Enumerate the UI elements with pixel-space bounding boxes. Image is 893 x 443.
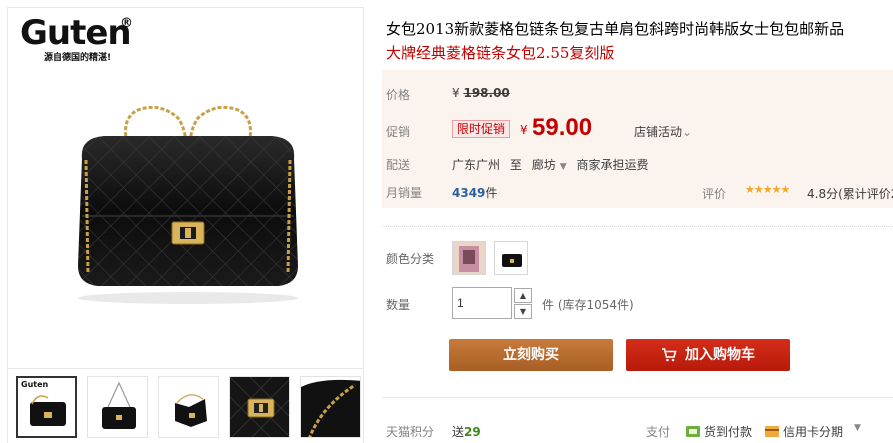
shipping-info: 广东广州 至 廊坊 ▼ 商家承担运费 — [452, 156, 648, 173]
original-price-value: 198.00 — [463, 86, 510, 100]
add-to-cart-label: 加入购物车 — [685, 347, 755, 363]
buy-now-label: 立刻购买 — [503, 347, 559, 363]
original-price: ¥ 198.00 — [452, 86, 510, 100]
thumbnail-1[interactable]: Guten — [16, 376, 78, 438]
promo-label: 促销 — [386, 125, 411, 139]
ship-to-word: 至 — [509, 158, 522, 172]
points-value: 29 — [464, 425, 481, 439]
promo-badge: 限时促销 — [452, 120, 511, 138]
thumbnail-bag-image — [175, 394, 208, 427]
stock-info: 件 (库存1054件) — [542, 298, 634, 312]
store-activity-label: 店铺活动 — [634, 125, 683, 139]
quantity-label: 数量 — [386, 298, 411, 312]
thumbnail-3[interactable] — [158, 376, 220, 438]
logo-tagline: 源自德国的精湛! — [44, 53, 112, 63]
swatch-model-image — [453, 242, 485, 274]
add-to-cart-button[interactable]: 加入购物车 — [626, 339, 790, 371]
rating-label: 评价 — [702, 187, 727, 201]
promo-price: 59.00 — [532, 114, 593, 141]
quantity-input[interactable] — [452, 287, 512, 319]
sales-label: 月销量 — [386, 186, 423, 200]
payment-more-icon[interactable]: ▼ — [854, 423, 861, 433]
product-gallery: Guten ® 源自德国的精湛! Guten — [7, 7, 364, 443]
brand-logo: Guten ® 源自德国的精湛! — [20, 13, 140, 63]
quantity-decrease-button[interactable]: ▼ — [514, 304, 532, 319]
payment-cod: 货到付款 — [686, 423, 752, 440]
credit-card-icon — [765, 426, 779, 437]
points-prefix: 送 — [452, 425, 465, 439]
color-swatch-1[interactable] — [452, 241, 486, 275]
thumbnail-4[interactable] — [229, 376, 291, 438]
sales-count: 4349 — [452, 186, 486, 200]
shipping-fee: 商家承担运费 — [576, 158, 649, 172]
footer-divider — [382, 397, 893, 398]
thumbnail-divider — [8, 368, 363, 369]
logo-registered-mark: ® — [120, 16, 133, 31]
price-panel: 价格 ¥ 198.00 促销 限时促销 ¥ 59.00 店铺活动⌄ 配送 广东广… — [382, 70, 893, 208]
price-label: 价格 — [386, 88, 411, 102]
thumbnail-chain-closeup — [301, 377, 361, 437]
thumbnail-strip: Guten — [16, 376, 362, 440]
monthly-sales: 4349件 — [452, 184, 497, 201]
thumbnail-lock-closeup — [230, 377, 290, 437]
logo-text: Guten — [20, 13, 132, 53]
cart-icon — [662, 348, 677, 362]
rating-stars-icon: ★★★★★ — [745, 183, 790, 196]
product-info: 女包2013新款菱格包链条包复古单肩包斜跨时尚韩版女士包包邮新品 大牌经典菱格链… — [382, 0, 893, 443]
ship-to-selector[interactable]: 廊坊 ▼ — [532, 158, 573, 172]
rating-summary-link[interactable]: 4.8分(累计评价2 — [807, 185, 893, 202]
payment-credit-label: 信用卡分期 — [783, 425, 844, 439]
options-divider — [382, 226, 893, 227]
swatch-black-bag-image — [495, 242, 527, 274]
payment-label: 支付 — [646, 425, 671, 439]
thumbnail-bag-image — [30, 395, 66, 426]
points-info: 送29 — [452, 423, 481, 440]
payment-cod-label: 货到付款 — [704, 425, 753, 439]
quantity-increase-button[interactable]: ▲ — [514, 288, 532, 303]
main-product-image[interactable] — [60, 98, 316, 318]
buy-now-button[interactable]: 立刻购买 — [449, 339, 613, 371]
payment-credit: 信用卡分期 — [765, 423, 843, 440]
thumbnail-bag-image — [102, 381, 137, 429]
color-label: 颜色分类 — [386, 252, 435, 266]
shipping-label: 配送 — [386, 158, 411, 172]
store-activity-dropdown[interactable]: 店铺活动⌄ — [634, 123, 692, 140]
points-label: 天猫积分 — [386, 425, 435, 439]
currency-symbol: ¥ — [452, 86, 460, 100]
ship-to: 廊坊 — [531, 158, 556, 172]
chevron-down-icon: ⌄ — [682, 125, 693, 139]
thumbnail-2[interactable] — [87, 376, 149, 438]
sales-unit: 件 — [485, 186, 498, 200]
color-swatch-2[interactable] — [494, 241, 528, 275]
product-subtitle: 大牌经典菱格链条女包2.55复刻版 — [386, 44, 615, 62]
product-title: 女包2013新款菱格包链条包复古单肩包斜跨时尚韩版女士包包邮新品 — [386, 20, 845, 38]
caret-down-icon: ▼ — [559, 162, 567, 172]
promo-currency: ¥ — [520, 123, 528, 137]
cod-icon — [686, 426, 700, 437]
thumbnail-5[interactable] — [300, 376, 362, 438]
ship-from: 广东广州 — [452, 158, 501, 172]
